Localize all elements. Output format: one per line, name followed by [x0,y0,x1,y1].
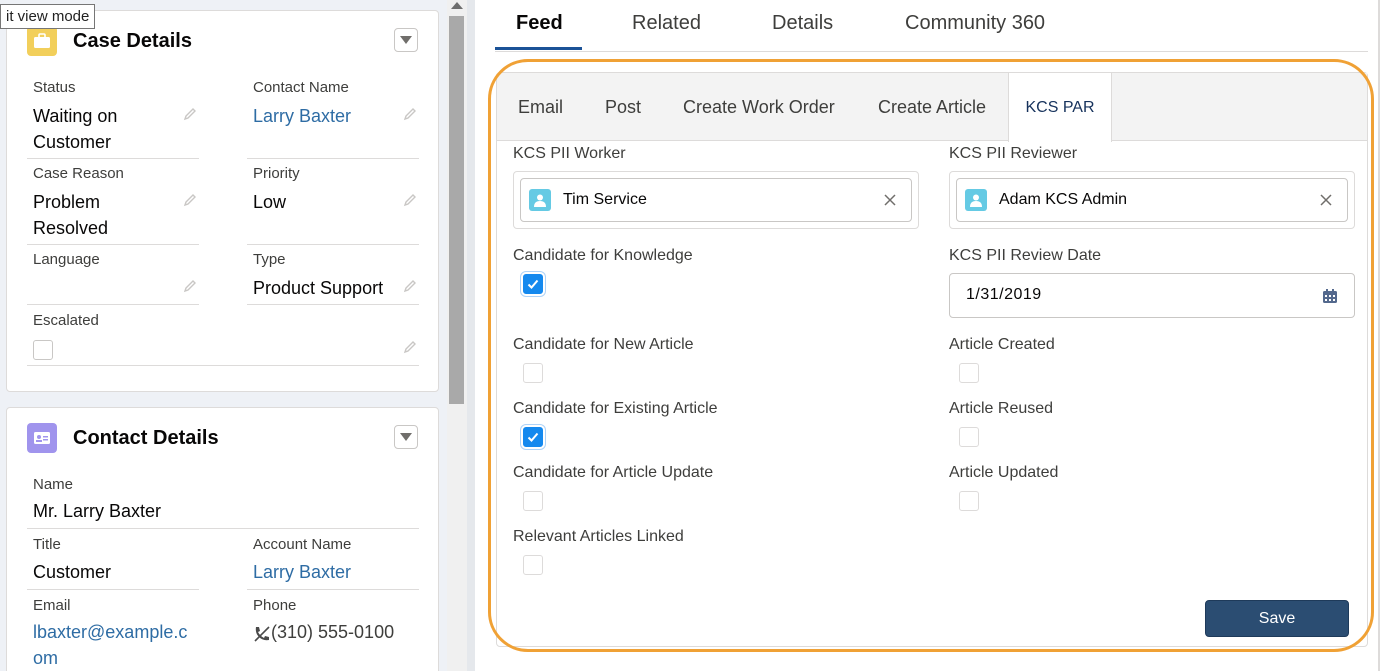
contact-name-field: Contact Name Larry Baxter [247,79,419,159]
main-tabs: Feed Related Details Community 360 [495,0,1368,52]
language-label: Language [33,251,100,268]
pencil-icon[interactable] [183,193,197,207]
pencil-icon[interactable] [403,340,417,354]
case-icon [27,26,57,56]
email-field: Email lbaxter@example.c om [27,597,199,671]
contact-card-header: Contact Details [27,422,418,454]
type-label: Type [253,251,286,268]
chevron-down-icon [400,36,412,44]
case-card-title: Case Details [73,29,192,52]
email-label: Email [33,597,71,614]
type-value: Product Support [253,278,384,298]
status-field: Status Waiting on Customer [27,79,199,159]
pencil-icon[interactable] [183,279,197,293]
contact-card-menu-button[interactable] [394,425,418,449]
contact-name-label: Contact Name [253,79,349,96]
account-name-label: Account Name [253,536,352,553]
priority-field: Priority Low [247,165,419,245]
case-card-header: Case Details [27,25,418,57]
status-value-line2: Customer [33,132,112,152]
case-reason-label: Case Reason [33,165,124,182]
name-label: Name [33,476,74,493]
title-label: Title [33,536,61,553]
tooltip: it view mode [0,4,96,29]
tab-related[interactable]: Related [632,12,701,35]
priority-value: Low [253,192,287,212]
phone-value[interactable]: (310) 555-0100 [271,619,394,645]
pencil-icon[interactable] [183,107,197,121]
chevron-down-icon [400,433,412,441]
active-tab-indicator [495,47,582,50]
contact-details-card: Contact Details Name Mr. Larry Baxter Ti… [6,407,439,671]
account-name-field: Account Name Larry Baxter [247,536,419,590]
account-name-link[interactable]: Larry Baxter [253,559,351,585]
pencil-icon[interactable] [403,279,417,293]
left-scrollbar[interactable] [447,0,467,671]
highlight-outline [488,59,1374,652]
type-field: Type Product Support [247,251,419,305]
contact-name-link[interactable]: Larry Baxter [253,103,351,129]
email-link-line1[interactable]: lbaxter@example.c [33,619,187,645]
tab-feed[interactable]: Feed [516,12,563,35]
case-reason-field: Case Reason Problem Resolved [27,165,199,245]
case-reason-value-line2: Resolved [33,218,109,238]
escalated-label: Escalated [33,312,99,329]
name-value: Mr. Larry Baxter [33,501,162,521]
column-divider [467,0,475,671]
status-label: Status [33,79,76,96]
phone-field: Phone (310) 555-0100 [247,597,419,671]
title-field: Title Customer [27,536,199,590]
contact-card-title: Contact Details [73,426,219,449]
escalated-field: Escalated [27,312,419,366]
priority-label: Priority [253,165,300,182]
tab-community-360[interactable]: Community 360 [905,12,1045,35]
case-details-card: Case Details Status Waiting on Customer … [6,10,439,392]
pencil-icon[interactable] [403,193,417,207]
email-link-line2[interactable]: om [33,645,58,671]
title-value: Customer [33,562,112,582]
case-card-menu-button[interactable] [394,28,418,52]
scroll-thumb[interactable] [449,16,464,404]
escalated-checkbox[interactable] [33,340,53,360]
tab-details[interactable]: Details [772,12,833,35]
scroll-up-arrow-icon[interactable] [451,2,463,9]
contact-name-detail-field: Name Mr. Larry Baxter [27,476,419,529]
left-sidebar: it view mode Case Details Status Waiting… [0,0,447,671]
contact-card-icon [27,423,57,453]
case-reason-value-line1: Problem [33,192,101,212]
phone-icon[interactable] [253,625,271,643]
phone-label: Phone [253,597,297,614]
language-field: Language [27,251,199,305]
pencil-icon[interactable] [403,107,417,121]
status-value-line1: Waiting on [33,106,118,126]
